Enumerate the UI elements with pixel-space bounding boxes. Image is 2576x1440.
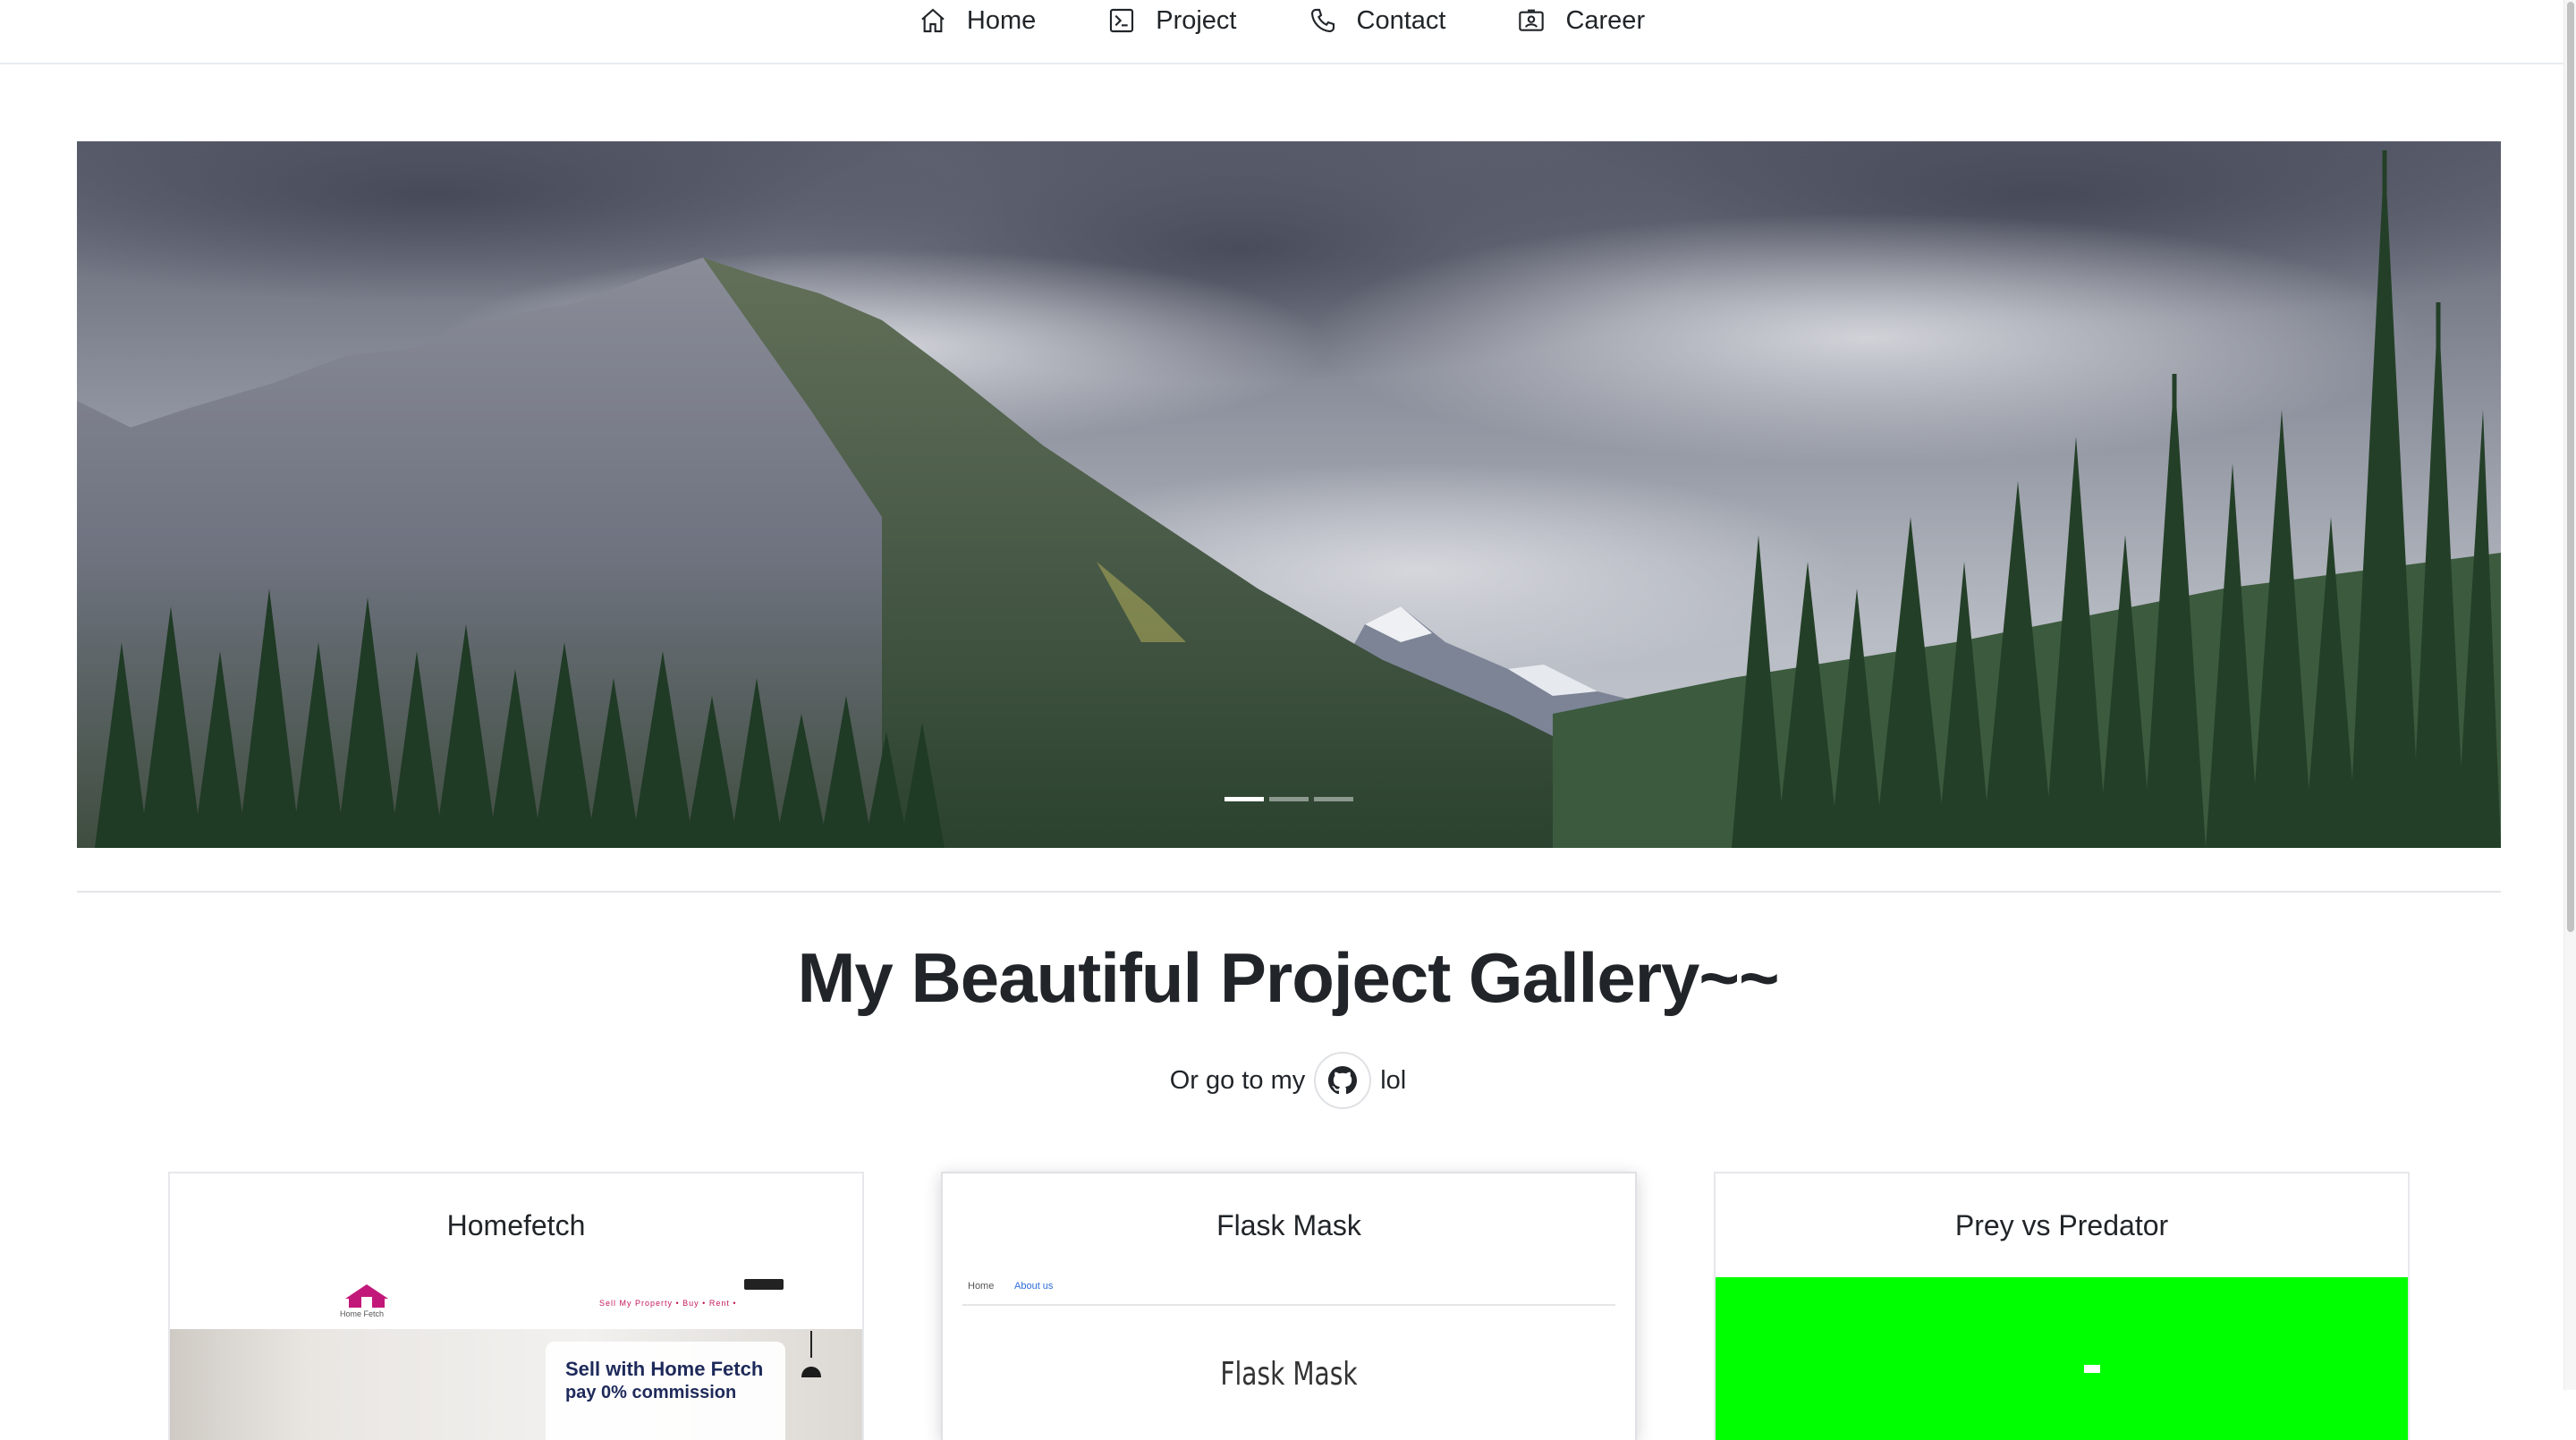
thumb-dark-button [744,1279,784,1290]
github-line-prefix: Or go to my [1169,1065,1306,1095]
thumb-subline: pay 0% commission [565,1383,737,1402]
scrollbar-thumb[interactable] [2567,2,2574,932]
house-logo-icon [345,1284,388,1308]
thumb-nav-about: About us [1014,1281,1054,1292]
card-thumbnail: Home Fetch Sell My Property • Buy • Rent… [170,1277,862,1440]
phone-icon [1310,8,1335,33]
page-scrollbar[interactable] [2563,0,2576,1390]
card-thumbnail [1716,1277,2408,1440]
carousel-indicator-2[interactable] [1269,797,1309,801]
card-title: Flask Mask [1216,1208,1361,1241]
nav-project-label: Project [1156,5,1237,35]
nav-home[interactable]: Home [883,1,1072,40]
carousel-slide-image [77,141,2501,848]
carousel-indicator-1[interactable] [1224,797,1264,801]
nav-home-label: Home [966,5,1037,35]
project-card-flask-mask[interactable]: Flask Mask Home About us Flask Mask [941,1172,1637,1440]
thumb-nav: Home About us [962,1277,1615,1306]
section-divider [77,891,2501,893]
hero-carousel[interactable] [77,141,2501,848]
thumb-header: Home Fetch Sell My Property • Buy • Rent… [170,1277,862,1329]
page-title: My Beautiful Project Gallery~~ [797,938,1779,1017]
thumb-agent-marker [2084,1365,2100,1373]
pendant-lamp-icon [801,1331,821,1377]
home-icon [921,8,945,33]
github-line-suffix: lol [1380,1065,1407,1095]
top-navbar: Home Project Contact Career [0,0,2563,64]
carousel-indicators [77,797,2501,801]
card-thumbnail: Home About us Flask Mask [943,1277,1635,1440]
thumb-green-field [1716,1277,2408,1440]
terminal-icon [1110,8,1134,33]
nav-contact-label: Contact [1356,5,1446,35]
carousel-indicator-3[interactable] [1314,797,1353,801]
project-card-prey-vs-predator[interactable]: Prey vs Predator [1714,1172,2410,1440]
nav-contact[interactable]: Contact [1273,1,1482,40]
thumb-logo-text: Home Fetch [340,1309,385,1318]
id-card-icon [1519,9,1545,31]
card-title: Prey vs Predator [1954,1208,2169,1241]
thumb-nav-home: Home [968,1281,995,1292]
thumb-headline: Sell with Home Fetch [565,1358,764,1380]
thumb-nav-links: Sell My Property • Buy • Rent • [599,1299,737,1308]
github-line: Or go to my lol [0,1052,2576,1109]
nav-project[interactable]: Project [1072,1,1272,40]
nav-career-label: Career [1565,5,1646,35]
project-card-homefetch[interactable]: Homefetch Home Fetch Sell My Property • … [168,1172,864,1440]
github-button[interactable] [1314,1052,1372,1109]
thumb-hero-box: Sell with Home Fetch pay 0% commission [546,1342,785,1440]
github-icon [1328,1066,1358,1095]
nav-career[interactable]: Career [1481,1,1681,40]
card-title: Homefetch [446,1208,586,1241]
thumb-heading: Flask Mask [1220,1356,1358,1393]
